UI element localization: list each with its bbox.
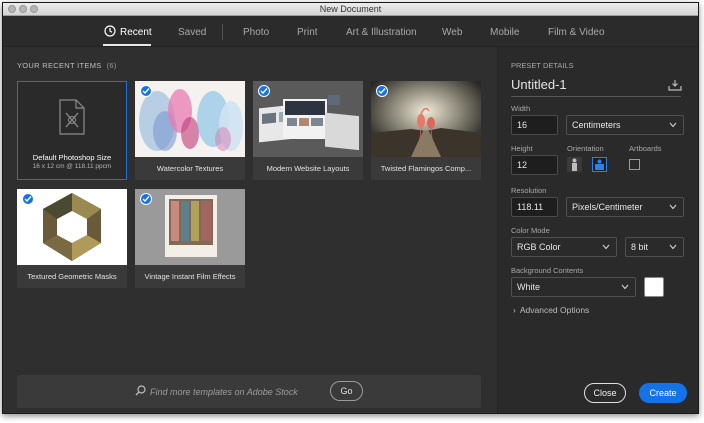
width-unit-select[interactable]: Centimeters (566, 115, 684, 135)
chevron-down-icon (669, 244, 677, 250)
chevron-down-icon (669, 204, 677, 210)
resolution-label: Resolution (511, 186, 547, 195)
checkmark-icon (22, 193, 34, 205)
height-label: Height (511, 144, 533, 153)
background-color-swatch[interactable] (644, 277, 664, 297)
recent-item-subtitle: 16 x 12 cm @ 118.11 ppcm (32, 163, 112, 170)
tab-divider (222, 24, 223, 40)
recent-item-geometric-masks[interactable]: Textured Geometric Masks (17, 189, 127, 288)
checkmark-icon (258, 85, 270, 97)
tab-web[interactable]: Web (442, 27, 462, 38)
recent-item-watercolor[interactable]: Watercolor Textures (135, 81, 245, 180)
width-label: Width (511, 104, 531, 113)
recent-item-title: Default Photoshop Size (32, 153, 112, 162)
clock-icon (104, 25, 116, 37)
create-button[interactable]: Create (639, 383, 687, 403)
recent-item-title: Watercolor Textures (135, 157, 245, 180)
save-preset-icon[interactable] (668, 79, 682, 91)
person-landscape-icon (595, 159, 604, 170)
preset-tabs: Recent Saved Photo Print Art & Illustrat… (3, 16, 698, 47)
recent-item-title: Vintage Instant Film Effects (135, 265, 245, 288)
chevron-down-icon (602, 244, 610, 250)
background-select[interactable]: White (511, 277, 636, 297)
active-tab-indicator (103, 44, 151, 46)
document-name-field[interactable]: Untitled-1 (511, 77, 567, 92)
preset-details-panel: PRESET DETAILS Untitled-1 Width 16 Centi… (497, 47, 698, 413)
title-bar: New Document (3, 3, 698, 16)
recent-item-website-layouts[interactable]: Modern Website Layouts (253, 81, 363, 180)
recent-item-title: Textured Geometric Masks (17, 265, 127, 288)
width-field[interactable]: 16 (511, 115, 558, 135)
recent-item-title: Modern Website Layouts (253, 157, 363, 180)
resolution-field[interactable]: 118.11 (511, 197, 558, 217)
window-title: New Document (319, 4, 382, 14)
recent-item-flamingos[interactable]: Twisted Flamingos Comp... (371, 81, 481, 180)
name-underline (511, 96, 681, 97)
tab-mobile[interactable]: Mobile (490, 27, 519, 38)
recent-item-default-size[interactable]: Default Photoshop Size 16 x 12 cm @ 118.… (17, 81, 127, 180)
recent-item-title: Twisted Flamingos Comp... (371, 157, 481, 180)
recent-items-heading: YOUR RECENT ITEMS (6) (17, 61, 117, 70)
tab-saved[interactable]: Saved (178, 27, 206, 38)
chevron-down-icon (621, 284, 629, 290)
portrait-orientation-button[interactable] (567, 157, 582, 172)
bit-depth-select[interactable]: 8 bit (625, 237, 684, 257)
stock-search-bar: Go (17, 375, 481, 408)
tab-photo[interactable]: Photo (243, 27, 269, 38)
chevron-right-icon: › (513, 305, 516, 315)
go-button[interactable]: Go (330, 381, 363, 401)
close-button[interactable]: Close (584, 383, 626, 403)
color-mode-select[interactable]: RGB Color (511, 237, 617, 257)
tab-recent[interactable]: Recent (120, 27, 152, 38)
preset-details-heading: PRESET DETAILS (511, 61, 574, 70)
advanced-options-toggle[interactable]: › Advanced Options (513, 305, 589, 315)
new-document-window: New Document Recent Saved Photo Print Ar… (2, 2, 699, 414)
height-field[interactable]: 12 (511, 155, 558, 175)
recent-items-panel: YOUR RECENT ITEMS (6) Default Photoshop S… (3, 47, 497, 413)
background-label: Background Contents (511, 266, 584, 275)
resolution-unit-select[interactable]: Pixels/Centimeter (566, 197, 684, 217)
tab-print[interactable]: Print (297, 27, 318, 38)
artboards-label: Artboards (629, 144, 662, 153)
landscape-orientation-button[interactable] (592, 157, 607, 172)
color-mode-label: Color Mode (511, 226, 550, 235)
checkmark-icon (140, 85, 152, 97)
person-portrait-icon (572, 158, 577, 171)
artboards-checkbox[interactable] (629, 159, 640, 170)
checkmark-icon (376, 85, 388, 97)
search-icon (135, 385, 146, 396)
blank-document-icon (59, 99, 85, 135)
search-input[interactable] (150, 384, 330, 399)
checkmark-icon (140, 193, 152, 205)
tab-film-video[interactable]: Film & Video (548, 27, 605, 38)
chevron-down-icon (669, 122, 677, 128)
orientation-label: Orientation (567, 144, 604, 153)
tab-art-illustration[interactable]: Art & Illustration (346, 27, 417, 38)
recent-item-vintage-film[interactable]: Vintage Instant Film Effects (135, 189, 245, 288)
